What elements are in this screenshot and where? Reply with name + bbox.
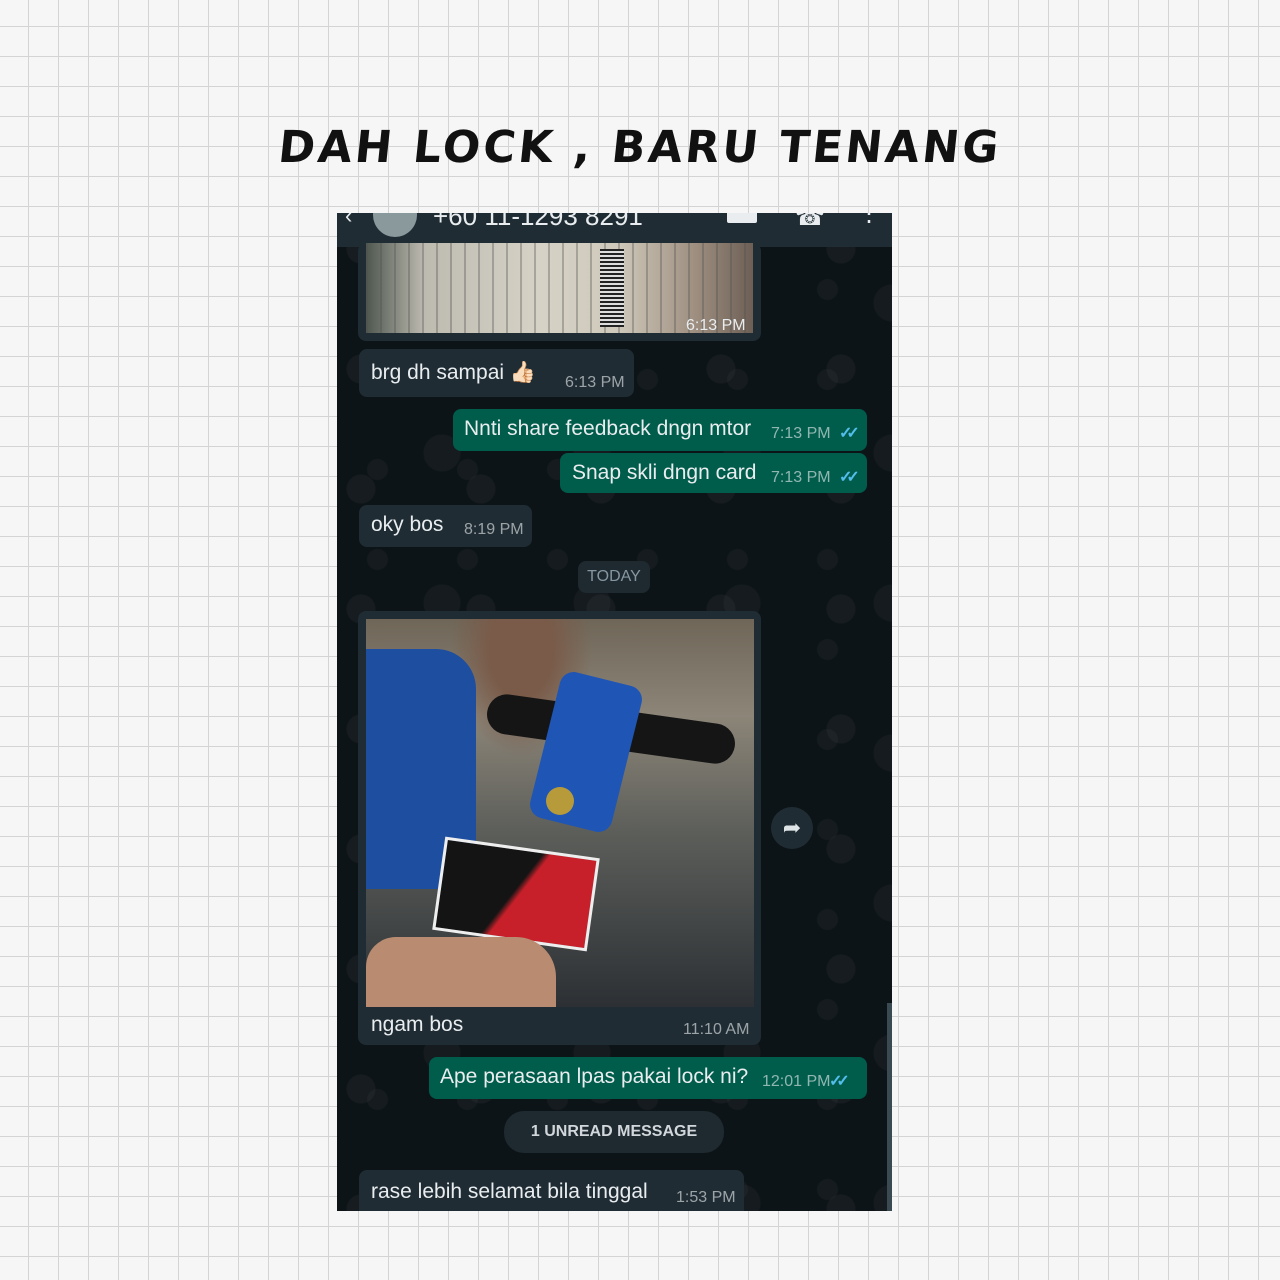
outgoing-message[interactable]: Ape perasaan lpas pakai lock ni? 12:01 P… [429,1057,867,1099]
message-time: 11:10 AM [683,1021,750,1038]
message-text: Ape perasaan lpas pakai lock ni? [440,1065,749,1088]
hand-graphic [366,937,556,1007]
message-time: 12:01 PM [762,1073,831,1090]
read-ticks-icon: ✓✓ [839,425,860,442]
message-time: 6:13 PM [686,317,746,334]
message-time: 7:13 PM [771,425,831,442]
scrollbar[interactable] [887,1003,892,1211]
image-caption: ngam bos [371,1013,464,1036]
contact-avatar[interactable] [373,213,417,237]
message-text: rase lebih selamat bila tinggal [371,1180,648,1203]
phone-call-icon[interactable]: ☎ [795,213,825,232]
more-vert-icon[interactable]: ⋮ [857,213,881,228]
message-text: oky bos [371,513,444,536]
read-ticks-icon: ✓✓ [839,469,860,486]
incoming-message[interactable]: brg dh sampai 👍🏻 6:13 PM [359,349,634,397]
page-title: DAH LOCK , BARU TENANG [275,122,1005,173]
contact-number[interactable]: +60 11-1293 8291 [433,213,643,232]
message-text: Snap skli dngn card [572,461,757,484]
business-card-graphic [432,836,600,952]
lever-lock-graphic [527,669,645,835]
incoming-message[interactable]: rase lebih selamat bila tinggal 1:53 PM [359,1170,744,1211]
motorcycle-lock-photo[interactable] [366,619,754,1007]
chat-header: ‹ +60 11-1293 8291 ☎ ⋮ [337,213,892,247]
chat-screen: ‹ +60 11-1293 8291 ☎ ⋮ 6:13 PM brg dh sa… [337,213,892,1211]
back-arrow-icon[interactable]: ‹ [345,213,352,229]
message-time: 7:13 PM [771,469,831,486]
incoming-message[interactable]: oky bos 8:19 PM [359,505,532,547]
unread-banner: 1 UNREAD MESSAGE [504,1111,724,1153]
message-time: 8:19 PM [464,521,524,538]
barcode-graphic [600,249,624,327]
message-text: Nnti share feedback dngn mtor [464,417,752,440]
forward-icon[interactable]: ➦ [771,807,813,849]
lock-cylinder-graphic [546,787,574,815]
image-message[interactable]: ngam bos 11:10 AM [358,611,761,1045]
image-message[interactable]: 6:13 PM [358,243,761,341]
outgoing-message[interactable]: Nnti share feedback dngn mtor 7:13 PM ✓✓ [453,409,867,451]
message-time: 1:53 PM [676,1189,736,1206]
message-text: brg dh sampai 👍🏻 [371,361,537,384]
date-separator: TODAY [578,561,650,593]
read-ticks-icon: ✓✓ [829,1073,850,1090]
outgoing-message[interactable]: Snap skli dngn card 7:13 PM ✓✓ [560,453,867,493]
video-call-icon[interactable] [727,213,757,223]
message-time: 6:13 PM [565,374,625,391]
